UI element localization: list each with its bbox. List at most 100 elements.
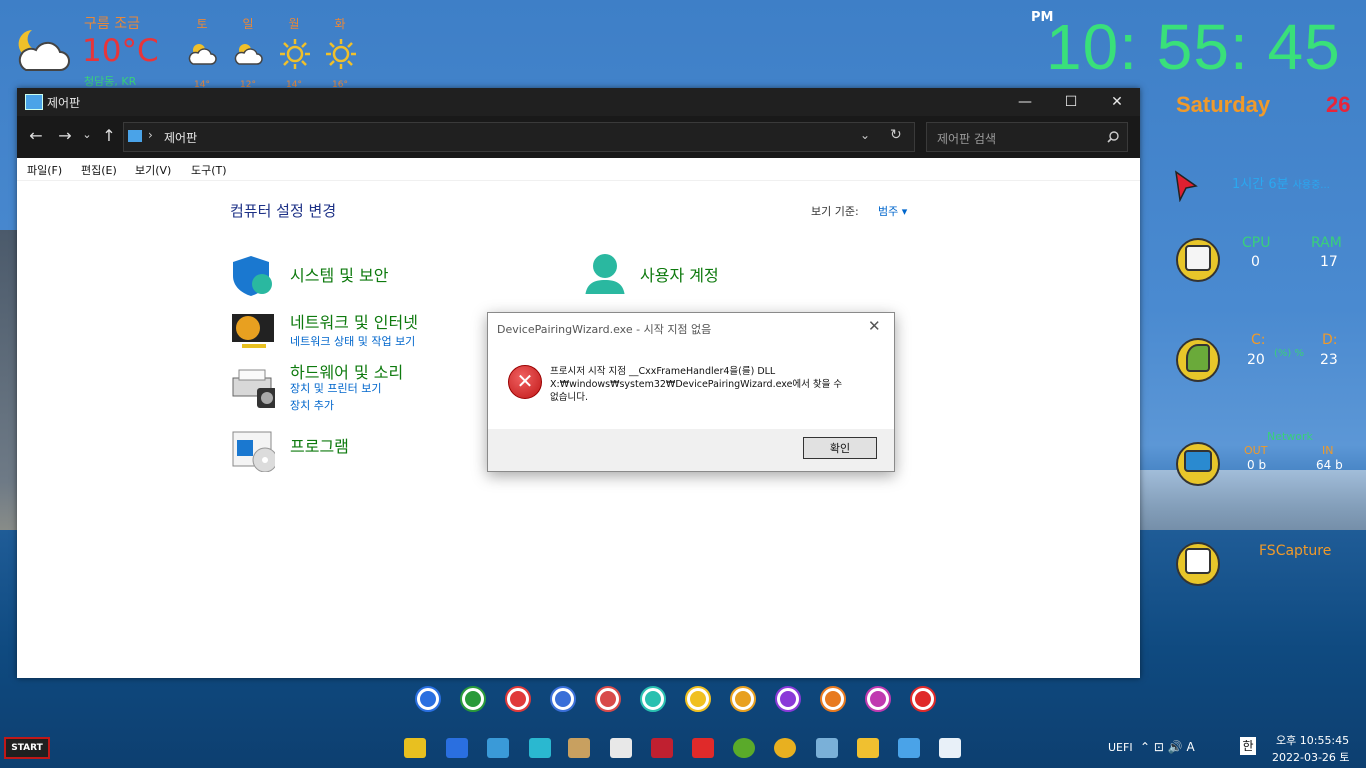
up-button[interactable]: ↑ (98, 126, 120, 145)
hard-disk-icon[interactable] (1176, 338, 1220, 382)
disk-percent-label: (%) % (1274, 348, 1304, 359)
disk-c-label: C: (1251, 332, 1266, 348)
ram-label: RAM (1311, 235, 1342, 251)
dialog-title: DevicePairingWizard.exe - 시작 지점 없음 (497, 323, 712, 336)
user-icon[interactable] (583, 252, 627, 294)
weather-location: 청담동, KR (84, 75, 137, 88)
menu-tools[interactable]: 도구(T) (191, 162, 227, 178)
dock-app-icon[interactable] (415, 686, 441, 712)
network-in-label: IN (1322, 444, 1334, 457)
network-monitor-icon[interactable] (1176, 442, 1220, 486)
dock-app-icon[interactable] (730, 686, 756, 712)
forecast-day: 화 (334, 17, 346, 31)
cursor-icon (1175, 170, 1198, 202)
back-button[interactable]: ← (25, 126, 47, 145)
dialog-message-line: X:₩windows₩system32₩DevicePairingWizard.… (550, 379, 843, 390)
start-button[interactable]: START (4, 737, 50, 759)
breadcrumb-separator: › (148, 128, 153, 142)
dock-app-icon[interactable] (595, 686, 621, 712)
dock-app-icon[interactable] (775, 686, 801, 712)
folder-icon[interactable] (857, 738, 879, 758)
ime-indicator[interactable]: 한 (1240, 737, 1256, 755)
app-icon[interactable] (487, 738, 509, 758)
link-add-device[interactable]: 장치 추가 (290, 397, 334, 413)
category-user-accounts[interactable]: 사용자 계정 (640, 262, 719, 286)
taskbar-date[interactable]: 2022-03-26 토 (1272, 749, 1350, 765)
maximize-button[interactable]: ☐ (1048, 88, 1094, 116)
category-network-internet[interactable]: 네트워크 및 인터넷 (290, 309, 418, 333)
disk-c-value: 20 (1247, 352, 1265, 368)
minimize-button[interactable]: — (1002, 88, 1048, 116)
window-title: 제어판 (47, 96, 81, 110)
close-button[interactable]: ✕ (1094, 88, 1140, 116)
system-tray-icons[interactable]: ⌃ ⊡ 🔊 A (1140, 740, 1195, 754)
app-icon[interactable] (939, 738, 961, 758)
dock-app-icon[interactable] (820, 686, 846, 712)
window-titlebar[interactable]: 제어판 — ☐ ✕ (17, 88, 1140, 116)
ram-value: 17 (1320, 254, 1338, 270)
dialog-footer: 확인 (488, 429, 894, 471)
menu-edit[interactable]: 편집(E) (81, 162, 117, 178)
sun-icon (326, 39, 356, 69)
error-icon: ✕ (508, 365, 542, 399)
chevron-down-icon[interactable]: ⌄ (860, 128, 870, 142)
app-icon[interactable] (692, 738, 714, 758)
dock-app-icon[interactable] (505, 686, 531, 712)
view-by-dropdown[interactable]: 범주 ▾ (878, 203, 907, 219)
printer-icon[interactable] (231, 368, 275, 410)
ok-button[interactable]: 확인 (803, 437, 877, 459)
control-panel-icon (128, 130, 142, 142)
dialog-close-button[interactable]: ✕ (868, 317, 881, 335)
app-icon[interactable] (446, 738, 468, 758)
fscapture-label[interactable]: FSCapture (1259, 543, 1331, 559)
dock-app-icon[interactable] (640, 686, 666, 712)
search-icon (1107, 131, 1119, 143)
network-globe-icon[interactable] (230, 308, 274, 350)
remote-desktop-icon[interactable] (651, 738, 673, 758)
dock-app-icon[interactable] (865, 686, 891, 712)
address-bar[interactable]: › 제어판 ⌄ ↻ (123, 122, 915, 152)
link-devices-printers[interactable]: 장치 및 프린터 보기 (290, 380, 381, 396)
forecast-day: 일 (242, 17, 254, 31)
clock-weekday: Saturday (1176, 92, 1271, 117)
forward-button[interactable]: → (54, 126, 76, 145)
programs-icon[interactable] (231, 430, 275, 472)
sun-icon (280, 39, 310, 69)
app-icon[interactable] (529, 738, 551, 758)
disk-d-value: 23 (1320, 352, 1338, 368)
dock-app-icon[interactable] (460, 686, 486, 712)
dock-app-icon[interactable] (550, 686, 576, 712)
chrome-icon[interactable] (774, 738, 796, 758)
search-placeholder: 제어판 검색 (937, 132, 997, 146)
menu-file[interactable]: 파일(F) (27, 162, 62, 178)
power-icon[interactable] (910, 686, 936, 712)
dialog-message-line: 없습니다. (550, 392, 588, 403)
fscapture-icon[interactable] (1176, 542, 1220, 586)
navigation-bar: ← → ⌄ ↑ › 제어판 ⌄ ↻ 제어판 검색 (17, 116, 1140, 158)
link-network-status[interactable]: 네트워크 상태 및 작업 보기 (290, 333, 415, 349)
partly-cloudy-icon (188, 44, 217, 65)
recent-locations-button[interactable]: ⌄ (79, 128, 95, 141)
app-icon[interactable] (568, 738, 590, 758)
uptime-text: 1시간 6분 사용중... (1232, 177, 1330, 192)
category-system-security[interactable]: 시스템 및 보안 (290, 262, 389, 286)
control-panel-icon[interactable] (898, 738, 920, 758)
error-dialog: DevicePairingWizard.exe - 시작 지점 없음 ✕ ✕ 프… (487, 312, 895, 472)
refresh-icon[interactable]: ↻ (890, 127, 902, 143)
cpu-chip-icon[interactable] (1176, 238, 1220, 282)
app-icon[interactable] (816, 738, 838, 758)
dialog-message: 프로시저 시작 지점 __CxxFrameHandler4을(를) DLL X:… (550, 365, 870, 404)
shield-icon[interactable] (231, 254, 275, 296)
taskbar-time[interactable]: 오후 10:55:45 (1276, 732, 1349, 748)
computer-icon[interactable] (610, 738, 632, 758)
category-programs[interactable]: 프로그램 (290, 433, 349, 457)
address-text: 제어판 (164, 131, 198, 145)
forecast-day: 월 (288, 17, 300, 31)
menu-view[interactable]: 보기(V) (135, 162, 171, 178)
search-input[interactable]: 제어판 검색 (926, 122, 1128, 152)
dock-app-icon[interactable] (685, 686, 711, 712)
weather-temperature: 10°C (82, 33, 159, 69)
utorrent-icon[interactable] (733, 738, 755, 758)
menu-bar: 파일(F) 편집(E) 보기(V) 도구(T) (17, 158, 1140, 181)
help-icon[interactable] (404, 738, 426, 758)
